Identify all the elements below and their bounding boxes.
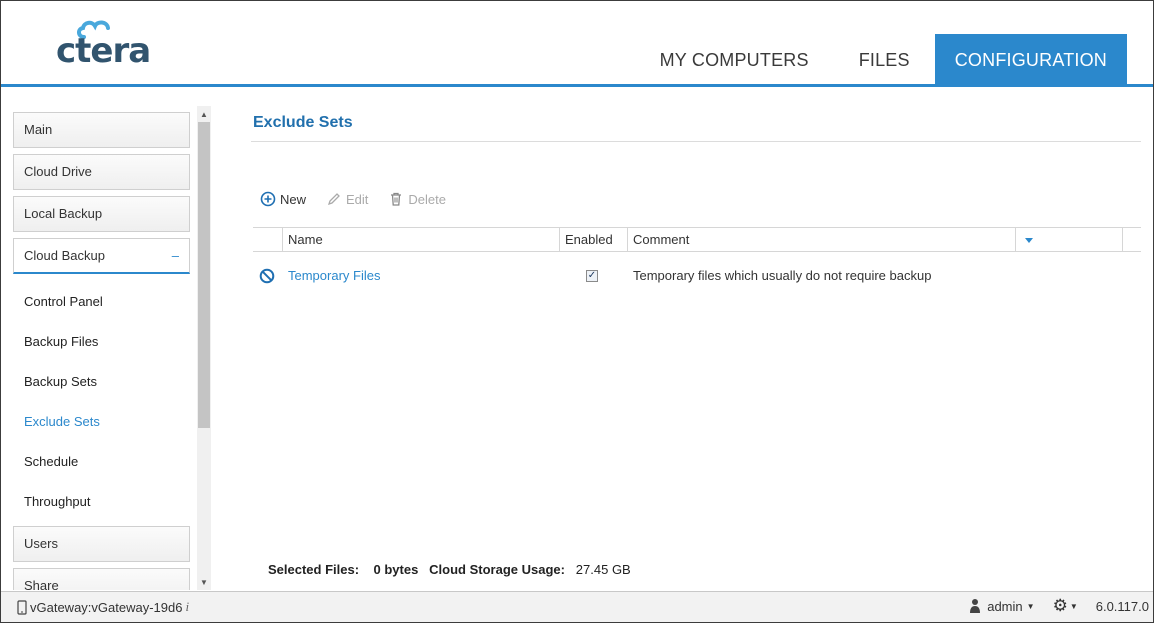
table-header: Name Enabled Comment bbox=[253, 227, 1141, 252]
sidebar-item-share[interactable]: Share bbox=[13, 568, 190, 590]
cloud-usage-value: 27.45 GB bbox=[575, 562, 631, 577]
sidebar-item-main[interactable]: Main bbox=[13, 112, 190, 148]
column-header-comment[interactable]: Comment bbox=[627, 228, 1015, 251]
chevron-down-icon bbox=[1025, 238, 1033, 243]
sidebar-item-local-backup[interactable]: Local Backup bbox=[13, 196, 190, 232]
caret-down-icon: ▼ bbox=[1026, 601, 1035, 611]
collapse-icon[interactable]: – bbox=[172, 239, 179, 273]
scroll-up-icon[interactable]: ▲ bbox=[197, 108, 211, 122]
status-actions: admin ▼ ⚙ ▼ 6.0.117.0 bbox=[950, 596, 1149, 615]
tab-my-computers[interactable]: MY COMPUTERS bbox=[635, 34, 834, 84]
new-label: New bbox=[280, 191, 307, 207]
edit-label: Edit bbox=[346, 191, 369, 207]
sidebar-subitem-exclude-sets[interactable]: Exclude Sets bbox=[24, 414, 100, 429]
top-header: ctera MY COMPUTERS FILES CONFIGURATION bbox=[1, 1, 1153, 87]
table-row[interactable]: Temporary Files ✓ Temporary files which … bbox=[253, 264, 1141, 288]
sidebar-item-label: Local Backup bbox=[24, 206, 103, 221]
column-menu[interactable] bbox=[1015, 228, 1123, 251]
tab-files[interactable]: FILES bbox=[834, 34, 935, 84]
settings-menu[interactable]: ⚙ ▼ bbox=[1052, 596, 1078, 615]
sidebar-item-cloud-drive[interactable]: Cloud Drive bbox=[13, 154, 190, 190]
tab-configuration[interactable]: CONFIGURATION bbox=[934, 34, 1127, 84]
edit-button[interactable]: Edit bbox=[326, 191, 368, 207]
exclude-set-name[interactable]: Temporary Files bbox=[288, 264, 380, 288]
main-nav: MY COMPUTERS FILES CONFIGURATION bbox=[635, 32, 1127, 84]
device-info[interactable]: vGateway:vGateway-19d6 i bbox=[17, 599, 189, 615]
page-title: Exclude Sets bbox=[253, 114, 353, 131]
main-content: Exclude Sets New Edit Delete Name Enable… bbox=[213, 104, 1153, 590]
sidebar-scrollbar[interactable]: ▲ ▼ bbox=[197, 106, 211, 590]
status-bar: vGateway:vGateway-19d6 i admin ▼ ⚙ ▼ 6.0… bbox=[1, 591, 1153, 622]
device-icon bbox=[17, 599, 27, 615]
gear-icon: ⚙ bbox=[1052, 596, 1068, 615]
toolbar: New Edit Delete bbox=[260, 191, 466, 207]
exclude-set-comment: Temporary files which usually do not req… bbox=[633, 268, 932, 283]
delete-label: Delete bbox=[408, 191, 446, 207]
sidebar-item-cloud-backup[interactable]: Cloud Backup – bbox=[13, 238, 190, 274]
storage-stats: Selected Files: 0 bytes Cloud Storage Us… bbox=[268, 562, 631, 577]
caret-down-icon: ▼ bbox=[1069, 601, 1078, 611]
sidebar: Main Cloud Drive Local Backup Cloud Back… bbox=[1, 104, 212, 590]
delete-button[interactable]: Delete bbox=[388, 191, 446, 207]
sidebar-item-label: Users bbox=[24, 536, 58, 551]
ctera-logo[interactable]: ctera bbox=[56, 19, 156, 71]
sidebar-item-label: Cloud Drive bbox=[24, 164, 92, 179]
sidebar-subitem-control-panel[interactable]: Control Panel bbox=[24, 294, 103, 309]
version-label: 6.0.117.0 bbox=[1095, 598, 1149, 614]
sidebar-item-label: Share bbox=[24, 578, 59, 590]
enabled-checkbox[interactable]: ✓ bbox=[586, 270, 598, 282]
trash-icon bbox=[391, 192, 402, 206]
scroll-down-icon[interactable]: ▼ bbox=[197, 576, 211, 590]
sidebar-item-label: Cloud Backup bbox=[24, 248, 105, 263]
device-name: vGateway:vGateway-19d6 bbox=[30, 599, 183, 615]
scroll-thumb[interactable] bbox=[198, 122, 210, 428]
column-spacer bbox=[1122, 228, 1141, 251]
plus-circle-icon bbox=[260, 191, 276, 207]
sidebar-item-users[interactable]: Users bbox=[13, 526, 190, 562]
sidebar-subitem-backup-files[interactable]: Backup Files bbox=[24, 334, 98, 349]
cloud-usage-label: Cloud Storage Usage: bbox=[429, 562, 565, 577]
new-button[interactable]: New bbox=[260, 191, 306, 207]
title-divider bbox=[251, 141, 1141, 142]
user-menu[interactable]: admin ▼ bbox=[968, 598, 1035, 614]
column-header-name[interactable]: Name bbox=[282, 228, 560, 251]
user-icon bbox=[970, 599, 981, 613]
selected-files-value: 0 bytes bbox=[373, 562, 419, 577]
selected-files-label: Selected Files: bbox=[268, 562, 360, 577]
pencil-icon bbox=[327, 193, 340, 206]
logo-text: ctera bbox=[56, 31, 151, 71]
user-name: admin bbox=[987, 598, 1023, 614]
exclude-set-icon bbox=[259, 268, 275, 284]
sidebar-subitem-schedule[interactable]: Schedule bbox=[24, 454, 78, 469]
sidebar-item-label: Main bbox=[24, 122, 53, 137]
column-header-enabled[interactable]: Enabled bbox=[559, 228, 628, 251]
sidebar-subitem-backup-sets[interactable]: Backup Sets bbox=[24, 374, 97, 389]
sidebar-subitem-throughput[interactable]: Throughput bbox=[24, 494, 91, 509]
info-icon[interactable]: i bbox=[185, 599, 189, 615]
